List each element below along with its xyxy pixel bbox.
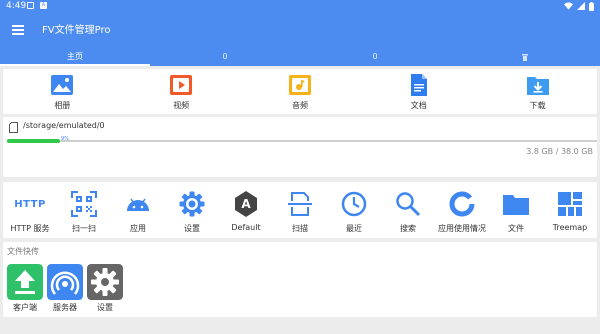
category-label: 音频 [291, 101, 308, 110]
download-folder-icon [526, 77, 549, 95]
storage-percent: 9% [61, 136, 69, 142]
storage-progress-fill [7, 139, 60, 143]
tool-label: 扫描 [292, 224, 308, 233]
video-icon [170, 75, 193, 95]
client-upload-icon [7, 264, 43, 300]
theme-a-icon: A [232, 190, 260, 218]
tab-bar: 主页 0 0 [0, 50, 600, 66]
category-photos[interactable]: 相册 [3, 69, 122, 114]
storage-card[interactable]: /storage/emulated/0 9% 3.8 GB / 38.0 GB [3, 117, 597, 177]
category-audio[interactable]: 音频 [241, 69, 360, 114]
tab-trash-icon [522, 54, 528, 61]
tool-label: 应用使用情况 [438, 224, 486, 233]
app-title: FV文件管理Pro [42, 25, 111, 36]
status-time: 4:49 [6, 1, 27, 11]
tool-label: 搜索 [400, 224, 416, 233]
tool-label: HTTP 服务 [10, 224, 50, 233]
tab-4[interactable] [450, 50, 600, 66]
tool-app-usage[interactable]: 应用使用情况 [435, 182, 489, 238]
notification-badge-icon: A [40, 2, 47, 9]
tools-card: HTTP HTTP 服务 扫一扫 应用 设置 A Default 扫描 最近 搜… [3, 182, 597, 238]
tool-recent[interactable]: 最近 [327, 182, 381, 238]
quick-transfer-card: 文件快传 客户端 服务器 设置 [3, 242, 597, 317]
tab-2[interactable]: 0 [150, 50, 300, 66]
category-label: 相册 [54, 101, 71, 110]
treemap-icon [558, 192, 582, 216]
notification-icon [27, 2, 34, 9]
app-usage-donut-icon [449, 191, 475, 217]
category-label: 文档 [410, 101, 427, 110]
app-bar: FV文件管理Pro [0, 12, 600, 50]
quick-transfer-settings[interactable]: 设置 [86, 264, 124, 313]
tab-home[interactable]: 主页 [0, 50, 150, 66]
hamburger-menu-icon[interactable] [12, 25, 24, 35]
audio-icon [288, 75, 311, 95]
storage-size: 3.8 GB / 38.0 GB [526, 147, 593, 156]
quick-transfer-client[interactable]: 客户端 [6, 264, 44, 313]
signal-icon [577, 2, 585, 10]
quick-transfer-title: 文件快传 [7, 247, 39, 256]
storage-progress-track [7, 140, 597, 142]
tool-label: Default [231, 223, 261, 232]
tool-treemap[interactable]: Treemap [543, 182, 597, 238]
document-scan-icon [288, 192, 312, 216]
photo-album-icon [51, 75, 74, 95]
quick-transfer-server[interactable]: 服务器 [46, 264, 84, 313]
category-videos[interactable]: 视频 [122, 69, 241, 114]
tool-http-service[interactable]: HTTP HTTP 服务 [3, 182, 57, 238]
quick-transfer-label: 客户端 [13, 303, 37, 312]
tool-label: 最近 [346, 224, 362, 233]
storage-path: /storage/emulated/0 [23, 121, 105, 130]
tool-label: 文件 [508, 224, 524, 233]
document-icon [410, 74, 427, 96]
tool-qr-scan[interactable]: 扫一扫 [57, 182, 111, 238]
folder-icon [503, 195, 529, 215]
battery-icon [589, 1, 594, 11]
category-downloads[interactable]: 下载 [478, 69, 597, 114]
clock-icon [341, 191, 367, 217]
settings-gear-icon [179, 191, 205, 217]
tool-label: 扫一扫 [72, 224, 96, 233]
tool-settings[interactable]: 设置 [165, 182, 219, 238]
transfer-settings-icon [87, 264, 123, 300]
tool-label: 设置 [184, 224, 200, 233]
quick-transfer-label: 服务器 [53, 303, 77, 312]
sd-card-icon [9, 122, 18, 133]
tool-search[interactable]: 搜索 [381, 182, 435, 238]
http-icon: HTTP [14, 198, 46, 210]
wifi-icon [564, 2, 573, 10]
tool-label: 应用 [130, 224, 146, 233]
tool-label: Treemap [552, 223, 588, 232]
qr-scan-icon [71, 191, 97, 217]
status-bar: 4:49 A [0, 0, 600, 12]
server-broadcast-icon [47, 264, 83, 300]
tool-document-scan[interactable]: 扫描 [273, 182, 327, 238]
tool-theme-default[interactable]: A Default [219, 182, 273, 238]
quick-transfer-label: 设置 [97, 303, 113, 312]
android-icon [127, 198, 149, 211]
category-label: 下载 [529, 101, 546, 110]
category-label: 视频 [173, 101, 190, 110]
tab-3[interactable]: 0 [300, 50, 450, 66]
search-icon [396, 192, 421, 217]
category-documents[interactable]: 文档 [359, 69, 478, 114]
tool-files[interactable]: 文件 [489, 182, 543, 238]
tool-apps[interactable]: 应用 [111, 182, 165, 238]
category-card: 相册 视频 音频 文档 下载 [3, 69, 597, 114]
